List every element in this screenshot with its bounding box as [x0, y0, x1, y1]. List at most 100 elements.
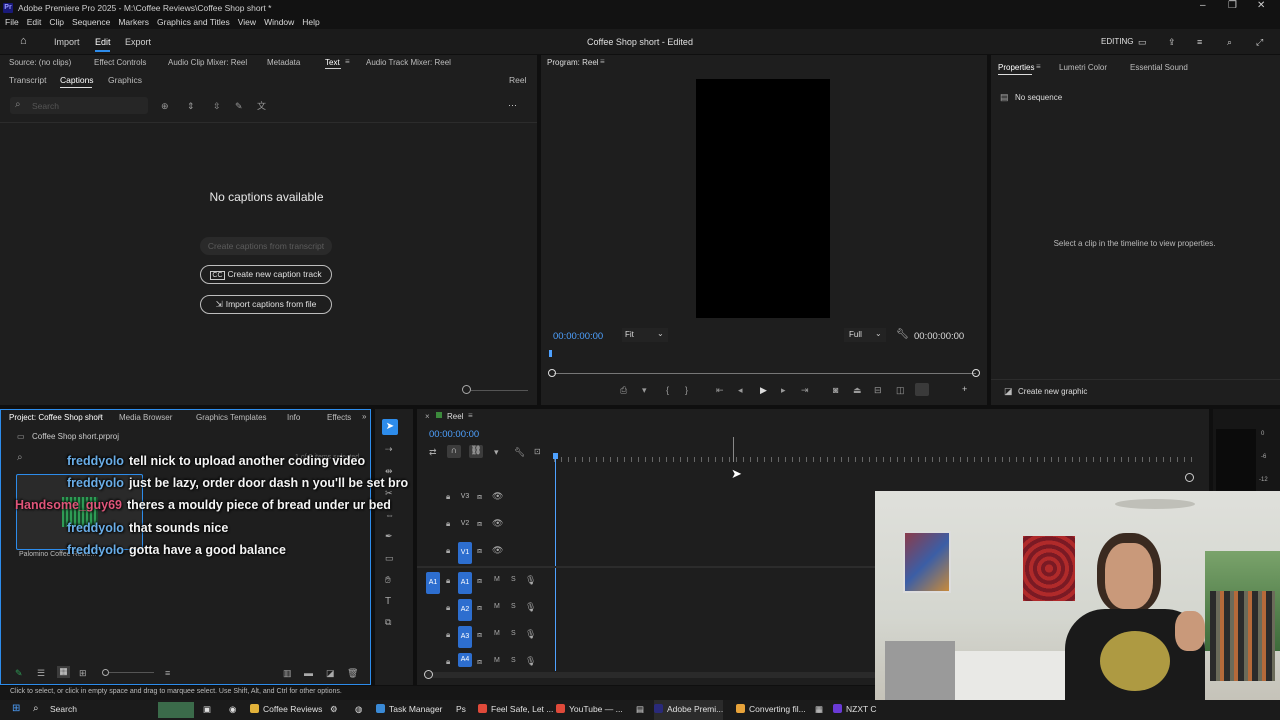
video-canvas[interactable]: [696, 79, 830, 318]
trash-icon[interactable]: 🗑︎: [347, 668, 358, 679]
caption-tool-icon[interactable]: ⧉: [385, 617, 391, 628]
subtab-captions[interactable]: Captions: [60, 75, 94, 85]
translate-icon[interactable]: 文: [257, 101, 266, 111]
track-v3-label[interactable]: V3: [458, 490, 472, 504]
mark-out-icon[interactable]: }: [685, 385, 688, 395]
chrome-icon[interactable]: ◍: [355, 704, 362, 715]
timeline-playhead-line[interactable]: [555, 459, 556, 671]
mute-icon[interactable]: M: [494, 603, 500, 610]
zoom-slider-track[interactable]: [471, 390, 528, 391]
icon-view-icon[interactable]: ▦: [57, 666, 70, 678]
program-timecode[interactable]: 00:00:00:00: [553, 331, 603, 342]
source-patch-a1[interactable]: A1: [426, 572, 440, 594]
track-a1-label[interactable]: A1: [458, 572, 472, 594]
scrub-bar[interactable]: [554, 373, 976, 374]
tab-graphics-templates[interactable]: Graphics Templates: [196, 413, 267, 422]
solo-icon[interactable]: S: [511, 603, 516, 610]
track-v2-label[interactable]: V2: [458, 517, 472, 531]
menu-sequence[interactable]: Sequence: [72, 17, 110, 27]
tab-audio-track-mixer[interactable]: Audio Track Mixer: Reel: [366, 58, 451, 67]
list-view-icon[interactable]: ☰: [37, 668, 45, 679]
track-v1-label[interactable]: V1: [458, 542, 472, 564]
tab-info[interactable]: Info: [287, 413, 300, 422]
eye-icon[interactable]: 👁︎: [492, 491, 503, 502]
zoom-slider-handle[interactable]: [462, 385, 471, 394]
taskbar-search-label[interactable]: Search: [50, 704, 77, 714]
button-editor-plus-icon[interactable]: +: [962, 384, 967, 394]
captions-display-icon[interactable]: ⊡: [534, 447, 541, 456]
search-icon[interactable]: ⌕: [1227, 37, 1232, 48]
tab-menu-icon[interactable]: ≡: [345, 57, 350, 66]
eye-icon[interactable]: 👁︎: [492, 518, 503, 529]
menu-file[interactable]: File: [5, 17, 19, 27]
go-to-out-icon[interactable]: ⇥: [801, 385, 809, 395]
restore-icon[interactable]: ❐: [1228, 0, 1237, 11]
menu-view[interactable]: View: [238, 17, 256, 27]
extract-icon[interactable]: ⊟: [874, 385, 882, 395]
timeline-sequence-tab[interactable]: Reel: [447, 412, 463, 421]
play-icon[interactable]: ▶: [760, 385, 767, 395]
scrub-right-handle[interactable]: [972, 369, 980, 377]
track-a2-label[interactable]: A2: [458, 599, 472, 621]
mute-icon[interactable]: M: [494, 657, 500, 664]
step-back-icon[interactable]: ◂: [738, 385, 743, 395]
track-a4-label[interactable]: A4: [458, 653, 472, 667]
weather-widget-icon[interactable]: [158, 702, 194, 718]
time-ruler[interactable]: [554, 457, 1194, 462]
thumb-size-track[interactable]: [109, 672, 154, 673]
minimize-icon[interactable]: –: [1200, 0, 1206, 11]
import-captions-button[interactable]: ⇲ Import captions from file: [200, 295, 332, 314]
wrench-icon[interactable]: 🔧︎: [896, 329, 909, 340]
tab-properties[interactable]: Properties: [998, 63, 1034, 72]
new-item-icon[interactable]: ◪: [326, 668, 335, 679]
create-from-transcript-button[interactable]: Create captions from transcript: [200, 237, 332, 255]
scrollbar-left-handle[interactable]: [424, 670, 433, 679]
scrub-left-handle[interactable]: [548, 369, 556, 377]
tab-project[interactable]: Project: Coffee Shop short: [9, 413, 103, 422]
create-new-graphic-button[interactable]: Create new graphic: [1018, 387, 1087, 396]
settings-gear-icon[interactable]: ⚙: [330, 704, 338, 715]
export-frame-icon[interactable]: ◙: [833, 385, 838, 395]
solo-icon[interactable]: S: [511, 657, 516, 664]
timeline-settings-icon[interactable]: 🔧︎: [514, 447, 525, 458]
fit-dropdown[interactable]: Fit ⌄: [622, 328, 668, 342]
tab-source[interactable]: Source: (no clips): [9, 58, 71, 67]
mute-icon[interactable]: M: [494, 576, 500, 583]
hand-tool-icon[interactable]: ✋︎: [385, 575, 391, 586]
taskbar-item[interactable]: Task Manager: [376, 704, 442, 714]
edit-pencil-icon[interactable]: ✎: [235, 101, 243, 111]
tab-lumetri-color[interactable]: Lumetri Color: [1059, 63, 1107, 72]
tab-audio-clip-mixer[interactable]: Audio Clip Mixer: Reel: [168, 58, 247, 67]
create-caption-track-button[interactable]: CC Create new caption track: [200, 265, 332, 284]
workspaces-icon[interactable]: ▭: [1138, 37, 1147, 48]
taskbar-item[interactable]: Coffee Reviews: [250, 704, 322, 714]
workspace-label[interactable]: EDITING: [1101, 37, 1133, 46]
lock-icon[interactable]: 🔒︎: [446, 519, 450, 529]
selection-tool-icon[interactable]: ➤: [382, 419, 398, 435]
insert-edit-icon[interactable]: ⎙: [620, 385, 627, 395]
freeform-view-icon[interactable]: ⊞: [79, 668, 87, 679]
sync-lock-icon[interactable]: ⧈: [477, 603, 482, 613]
lock-icon[interactable]: 🔒︎: [446, 603, 450, 613]
taskbar-search-icon[interactable]: ⌕: [33, 703, 39, 714]
horizontal-scrollbar[interactable]: [425, 672, 877, 678]
nest-icon[interactable]: ⇄: [429, 447, 437, 458]
program-menu-icon[interactable]: ≡: [600, 57, 605, 66]
subtab-graphics[interactable]: Graphics: [108, 75, 142, 85]
timeline-menu-icon[interactable]: ≡: [468, 411, 473, 420]
write-protect-pencil-icon[interactable]: ✎: [15, 668, 23, 679]
panel-menu-icon[interactable]: ≡: [1197, 37, 1202, 47]
quality-dropdown[interactable]: Full ⌄: [844, 328, 886, 342]
lock-icon[interactable]: 🔒︎: [446, 630, 450, 640]
lock-icon[interactable]: 🔒︎: [446, 546, 450, 556]
microphone-icon[interactable]: 🎙︎: [525, 575, 536, 586]
lift-icon[interactable]: ⏏: [853, 385, 862, 395]
task-view-icon[interactable]: ▣: [203, 704, 211, 715]
rectangle-tool-icon[interactable]: ▭: [385, 553, 394, 564]
compare-icon[interactable]: ◫: [896, 385, 905, 395]
timeline-timecode[interactable]: 00:00:00:00: [429, 429, 479, 440]
playhead-marker[interactable]: [549, 350, 552, 357]
go-to-in-icon[interactable]: ⇤: [716, 385, 724, 395]
tab-effect-controls[interactable]: Effect Controls: [94, 58, 146, 67]
app-icon[interactable]: ▦: [815, 704, 823, 715]
